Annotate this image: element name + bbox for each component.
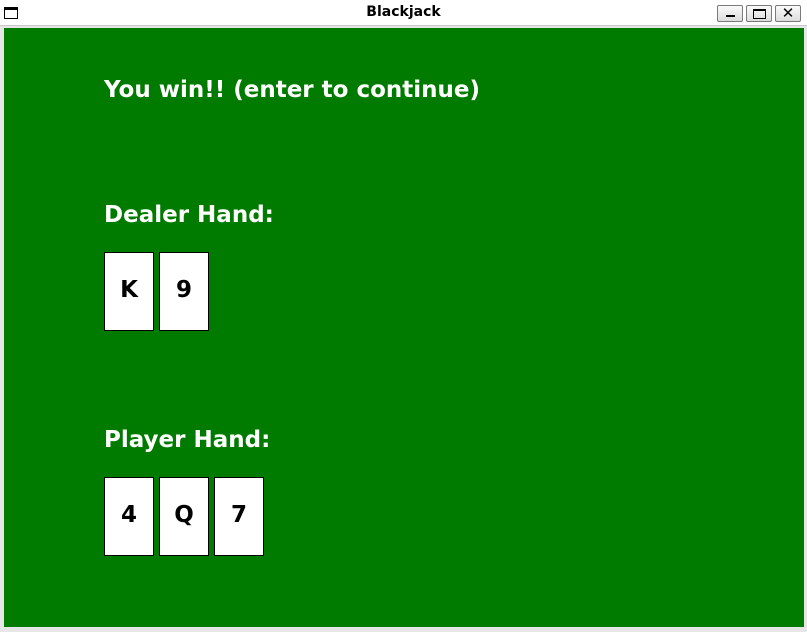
player-card: 4 — [104, 477, 154, 556]
close-button[interactable]: ✕ — [775, 5, 801, 22]
minimize-button[interactable] — [717, 5, 743, 22]
card-rank: 4 — [120, 502, 137, 528]
card-rank: 7 — [230, 502, 247, 528]
dealer-hand-label: Dealer Hand: — [104, 202, 274, 228]
card-rank: 9 — [175, 277, 192, 303]
dealer-card: K — [104, 252, 154, 331]
dealer-card: 9 — [159, 252, 209, 331]
card-rank: K — [120, 277, 138, 303]
maximize-button[interactable] — [746, 5, 772, 22]
maximize-icon — [753, 9, 766, 19]
card-rank: Q — [174, 502, 194, 528]
close-icon: ✕ — [781, 4, 795, 22]
status-message: You win!! (enter to continue) — [104, 77, 480, 103]
minimize-icon — [726, 15, 735, 17]
window-title: Blackjack — [366, 4, 441, 20]
player-card: Q — [159, 477, 209, 556]
blackjack-window: Blackjack ✕ You win!! (enter to continue… — [0, 0, 807, 632]
game-table: You win!! (enter to continue) Dealer Han… — [4, 28, 804, 627]
title-bar[interactable]: Blackjack ✕ — [0, 0, 807, 26]
player-hand-label: Player Hand: — [104, 427, 271, 453]
player-card: 7 — [214, 477, 264, 556]
